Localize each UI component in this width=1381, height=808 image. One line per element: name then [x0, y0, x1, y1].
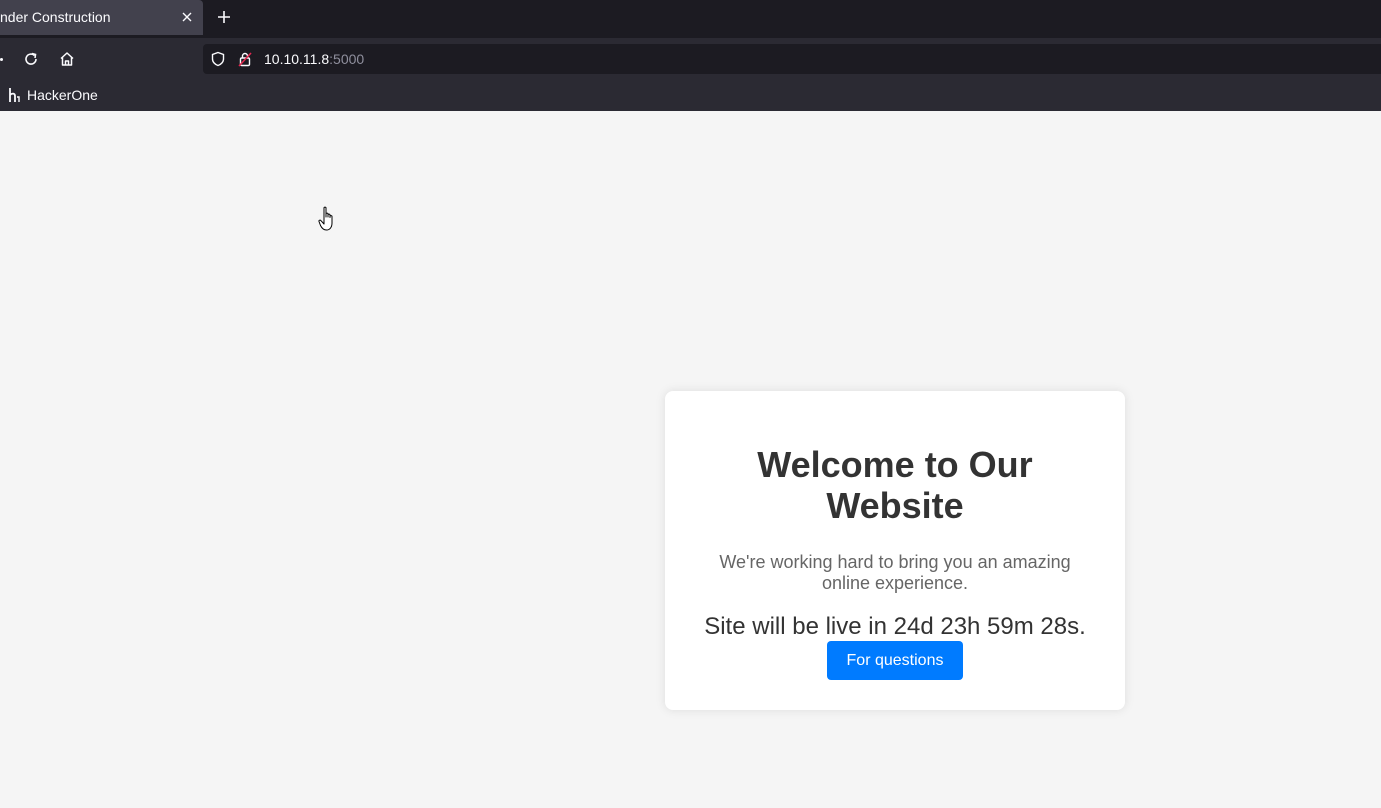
- page-subtitle: We're working hard to bring you an amazi…: [719, 552, 1071, 593]
- insecure-lock-icon[interactable]: [237, 51, 253, 67]
- construction-card: Welcome to Our Website We're working har…: [665, 391, 1125, 710]
- tab-bar: nder Construction: [0, 0, 1381, 38]
- countdown-text: Site will be live in 24d 23h 59m 28s.: [704, 613, 1086, 640]
- page-viewport: Welcome to Our Website We're working har…: [0, 111, 1381, 808]
- url-text[interactable]: 10.10.11.8:5000: [264, 51, 364, 67]
- bookmark-label: HackerOne: [27, 87, 98, 103]
- url-port: :5000: [329, 51, 365, 67]
- home-icon[interactable]: [58, 50, 76, 68]
- reload-icon[interactable]: [22, 50, 40, 68]
- page-title: Welcome to Our Website: [757, 444, 1033, 526]
- url-bar[interactable]: 10.10.11.8:5000: [203, 44, 1381, 74]
- back-button[interactable]: [0, 58, 3, 61]
- bookmarks-toolbar: HackerOne: [0, 79, 1381, 111]
- plus-icon[interactable]: [216, 9, 232, 25]
- bookmark-hackerone[interactable]: HackerOne: [8, 86, 98, 104]
- close-icon[interactable]: [179, 9, 195, 25]
- hand-cursor-icon: [318, 206, 333, 231]
- shield-icon[interactable]: [210, 51, 226, 67]
- tab-active[interactable]: nder Construction: [0, 0, 203, 35]
- for-questions-button[interactable]: For questions: [827, 641, 963, 680]
- url-host: 10.10.11.8: [264, 51, 330, 67]
- tab-title: nder Construction: [0, 9, 111, 25]
- navigation-toolbar: 10.10.11.8:5000: [0, 38, 1381, 79]
- h1-icon: [9, 88, 20, 102]
